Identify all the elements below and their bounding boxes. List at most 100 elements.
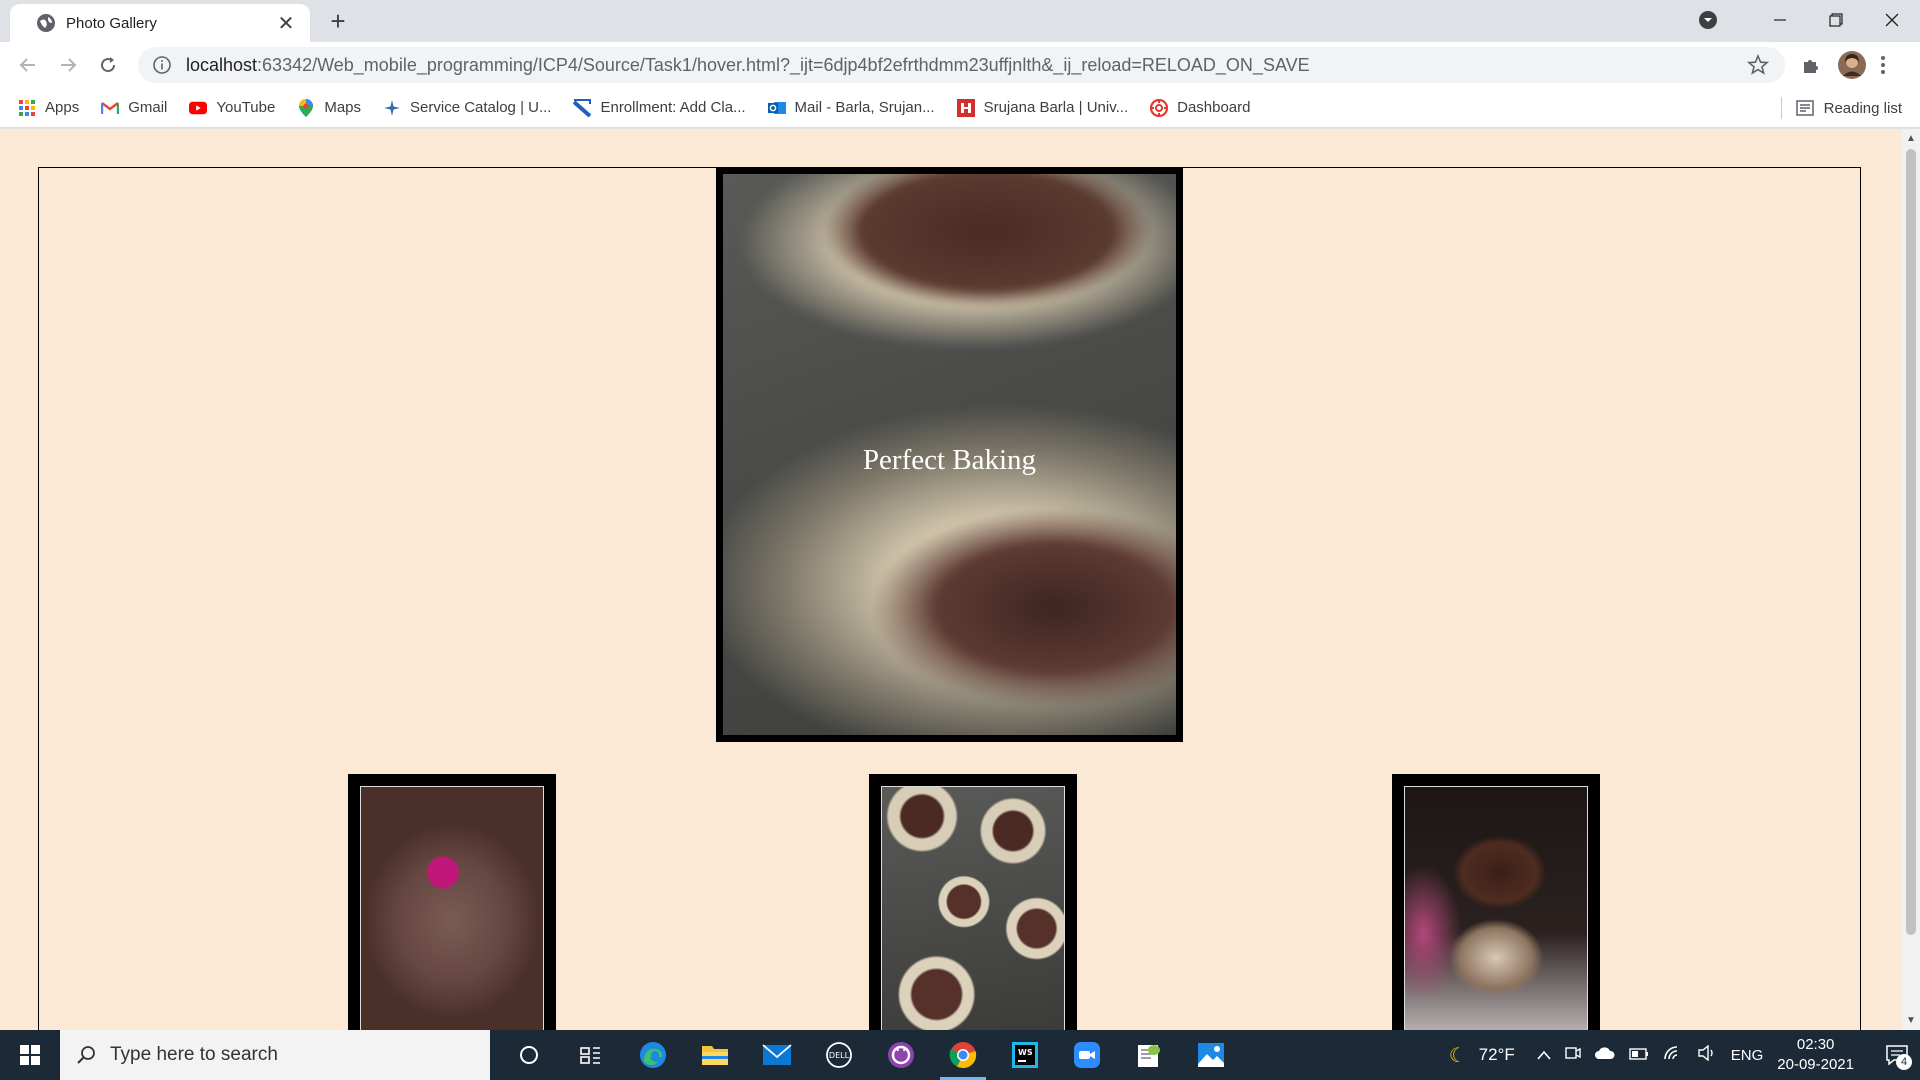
thumbnail-cupcake[interactable] bbox=[1392, 774, 1600, 1030]
scrollbar-thumb[interactable] bbox=[1906, 149, 1916, 935]
taskbar-search-input[interactable]: Type here to search bbox=[60, 1030, 490, 1080]
reading-list-button[interactable]: Reading list bbox=[1780, 88, 1902, 128]
back-arrow-icon[interactable] bbox=[14, 51, 42, 79]
cortana-icon[interactable] bbox=[498, 1030, 560, 1080]
page-viewport: Perfect Baking bbox=[0, 129, 1902, 1030]
bookmark-star-icon[interactable] bbox=[1747, 54, 1769, 76]
notification-count-badge: 4 bbox=[1896, 1054, 1912, 1070]
onedrive-cloud-icon[interactable] bbox=[1594, 1046, 1615, 1064]
task-view-icon[interactable] bbox=[560, 1030, 622, 1080]
thumbnail-batter[interactable] bbox=[348, 774, 556, 1030]
bookmark-maps[interactable]: Maps bbox=[297, 98, 362, 117]
featured-photo[interactable]: Perfect Baking bbox=[716, 167, 1183, 742]
notepad-plus-icon[interactable] bbox=[1118, 1030, 1180, 1080]
bookmark-srujana-barla[interactable]: Srujana Barla | Univ... bbox=[956, 98, 1129, 117]
action-center-button[interactable]: 4 bbox=[1874, 1030, 1920, 1080]
wifi-icon[interactable] bbox=[1663, 1045, 1683, 1065]
chrome-icon[interactable] bbox=[932, 1030, 994, 1080]
service-catalog-icon bbox=[383, 99, 401, 117]
bookmark-label: Maps bbox=[324, 99, 362, 116]
enrollment-icon bbox=[573, 98, 592, 117]
battery-icon[interactable] bbox=[1629, 1047, 1649, 1064]
bookmark-service-catalog[interactable]: Service Catalog | U... bbox=[383, 99, 551, 117]
apps-grid-icon bbox=[18, 99, 36, 117]
svg-text:WS: WS bbox=[1018, 1048, 1033, 1057]
close-window-icon[interactable] bbox=[1864, 0, 1920, 40]
scroll-up-arrow-icon[interactable]: ▲ bbox=[1906, 133, 1916, 144]
maps-pin-icon bbox=[297, 98, 315, 117]
photos-icon[interactable] bbox=[1180, 1030, 1242, 1080]
thumbnail-muffin-tin[interactable] bbox=[869, 774, 1077, 1030]
bookmark-enrollment[interactable]: Enrollment: Add Cla... bbox=[573, 98, 746, 117]
forward-arrow-icon[interactable] bbox=[54, 51, 82, 79]
github-desktop-icon[interactable] bbox=[870, 1030, 932, 1080]
bookmark-label: YouTube bbox=[216, 99, 276, 116]
moon-icon: ☾ bbox=[1448, 1044, 1467, 1067]
bookmarks-bar: Apps Gmail YouTube Maps Service Catalog … bbox=[0, 88, 1920, 128]
bookmark-label: Srujana Barla | Univ... bbox=[983, 99, 1129, 116]
zoom-icon[interactable] bbox=[1056, 1030, 1118, 1080]
close-tab-icon[interactable]: ✕ bbox=[274, 11, 298, 36]
menu-kebab-icon[interactable] bbox=[1880, 51, 1886, 79]
tab-photo-gallery[interactable]: Photo Gallery ✕ bbox=[10, 4, 310, 42]
language-indicator[interactable]: ENG bbox=[1731, 1047, 1764, 1064]
reading-list-label: Reading list bbox=[1823, 99, 1902, 117]
bookmark-label: Apps bbox=[45, 99, 80, 116]
search-placeholder: Type here to search bbox=[110, 1044, 278, 1065]
bookmark-label: Gmail bbox=[128, 99, 168, 116]
chocolate-cupcake-photo bbox=[1404, 786, 1588, 1030]
svg-text:DELL: DELL bbox=[829, 1051, 850, 1060]
site-info-icon[interactable] bbox=[152, 55, 172, 75]
reload-icon[interactable] bbox=[94, 51, 122, 79]
bookmark-mail[interactable]: Mail - Barla, Srujan... bbox=[767, 99, 935, 117]
webstorm-icon[interactable]: WS bbox=[994, 1030, 1056, 1080]
minimize-icon[interactable] bbox=[1752, 0, 1808, 40]
tab-strip: Photo Gallery ✕ + bbox=[0, 0, 1920, 42]
gmail-icon bbox=[101, 99, 120, 117]
bookmark-dashboard[interactable]: Dashboard bbox=[1150, 98, 1251, 117]
page-scrollbar[interactable]: ▲ ▼ bbox=[1902, 129, 1920, 1030]
windows-taskbar: Type here to search DELL WS ☾ 72°F ENG 0… bbox=[0, 1030, 1920, 1080]
clock-time: 02:30 bbox=[1796, 1036, 1835, 1053]
clock[interactable]: 02:30 20-09-2021 bbox=[1777, 1035, 1854, 1075]
batter-bowl-photo bbox=[360, 786, 544, 1030]
dashboard-icon bbox=[1150, 98, 1169, 117]
bookmark-label: Dashboard bbox=[1177, 99, 1251, 116]
bookmark-label: Service Catalog | U... bbox=[410, 99, 552, 116]
start-button[interactable] bbox=[0, 1030, 60, 1080]
reading-list-icon bbox=[1795, 100, 1814, 116]
tab-search-icon[interactable] bbox=[1698, 10, 1718, 30]
mail-icon[interactable] bbox=[746, 1030, 808, 1080]
outlook-icon bbox=[767, 99, 786, 117]
youtube-icon bbox=[189, 99, 208, 117]
url-path: :63342/Web_mobile_programming/ICP4/Sourc… bbox=[257, 54, 1310, 75]
edge-browser-icon[interactable] bbox=[622, 1030, 684, 1080]
extensions-icon[interactable] bbox=[1800, 51, 1822, 79]
scroll-down-arrow-icon[interactable]: ▼ bbox=[1906, 1015, 1916, 1026]
restore-icon[interactable] bbox=[1808, 0, 1864, 40]
temperature: 72°F bbox=[1478, 1045, 1515, 1064]
search-icon bbox=[77, 1046, 95, 1064]
meet-now-icon[interactable] bbox=[1565, 1045, 1581, 1065]
dell-icon[interactable]: DELL bbox=[808, 1030, 870, 1080]
university-icon bbox=[956, 98, 975, 117]
bookmark-label: Enrollment: Add Cla... bbox=[600, 99, 746, 116]
new-tab-button[interactable]: + bbox=[326, 8, 350, 34]
bookmark-youtube[interactable]: YouTube bbox=[189, 99, 275, 117]
system-tray: ☾ 72°F ENG 02:30 20-09-2021 4 bbox=[1449, 1030, 1920, 1080]
bookmark-gmail[interactable]: Gmail bbox=[101, 99, 167, 117]
taskbar-apps: DELL WS bbox=[498, 1030, 1242, 1080]
divider bbox=[1780, 97, 1782, 119]
profile-avatar[interactable] bbox=[1838, 51, 1866, 79]
muffin-tin-photo bbox=[881, 786, 1065, 1030]
volume-icon[interactable] bbox=[1697, 1044, 1717, 1065]
window-controls bbox=[1698, 0, 1920, 40]
bookmark-apps[interactable]: Apps bbox=[18, 99, 79, 117]
url-host: localhost bbox=[186, 54, 258, 75]
weather-widget[interactable]: ☾ 72°F bbox=[1449, 1043, 1515, 1068]
address-bar[interactable]: localhost:63342/Web_mobile_programming/I… bbox=[138, 47, 1785, 83]
windows-logo-icon bbox=[20, 1045, 40, 1065]
file-explorer-icon[interactable] bbox=[684, 1030, 746, 1080]
bookmark-label: Mail - Barla, Srujan... bbox=[794, 99, 935, 116]
chevron-up-icon[interactable] bbox=[1537, 1047, 1551, 1064]
